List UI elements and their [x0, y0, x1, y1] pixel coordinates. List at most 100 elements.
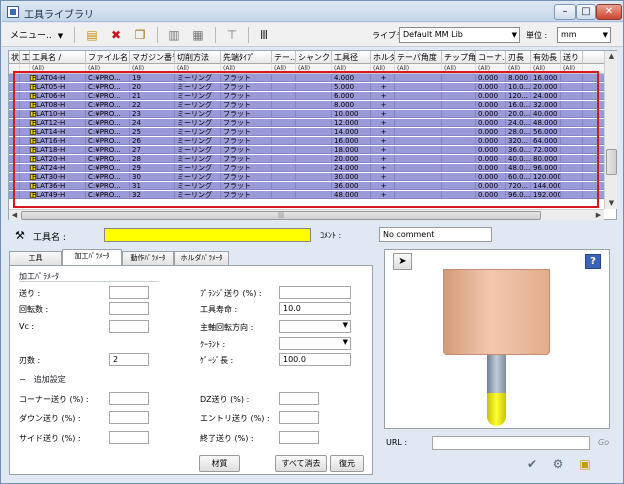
wrench-icon[interactable]: ⚙	[550, 456, 566, 472]
column-header[interactable]: 状	[9, 51, 20, 64]
column-header[interactable]: コーナ..	[476, 51, 506, 64]
scroll-left-icon[interactable]: ◀	[9, 210, 20, 221]
column-header[interactable]: テー..	[272, 51, 296, 64]
tool-shank-graphic	[487, 355, 506, 393]
delete-tool-icon[interactable]: ✖	[108, 27, 124, 43]
tool-name-row: ⚒ 工具名 : ｺﾒﾝﾄ : No comment	[1, 223, 623, 247]
gauge-input[interactable]: 100.0	[279, 353, 351, 366]
column-header[interactable]: 切削方法	[175, 51, 221, 64]
column-header[interactable]: シャンク	[296, 51, 332, 64]
pointer-icon[interactable]: ➤	[393, 253, 412, 270]
dz-feed-input[interactable]	[279, 392, 319, 405]
spindle-label: 回転数 :	[19, 305, 49, 314]
section-divider	[19, 281, 159, 282]
column-header[interactable]: 工具径	[332, 51, 371, 64]
tab-machining-params[interactable]: 加工ﾊﾟﾗﾒｰﾀ	[62, 249, 122, 265]
scroll-thumb[interactable]: |||	[21, 211, 541, 220]
feed-input[interactable]	[109, 286, 149, 299]
toolbar: メニュー.. ▼ ▤ ✖ ❐ ▥ ▦ ⊤ Ⅲ ライブラリ : Default MM…	[2, 23, 623, 47]
save-icon[interactable]: ▣	[577, 456, 593, 472]
column-header[interactable]: チップ角	[442, 51, 476, 64]
entry-feed-label: エントリ送り (%) :	[200, 414, 270, 423]
menu-dropdown[interactable]: メニュー.. ▼	[10, 28, 63, 41]
column-header[interactable]: 刃長	[506, 51, 531, 64]
spindle-dir-label: 主軸回転方向 :	[200, 323, 254, 332]
corner-feed-input[interactable]	[109, 392, 149, 405]
vc-label: Vc :	[19, 322, 35, 331]
title-bar: 工具ライブラリ – □ ✕	[2, 2, 623, 22]
vc-input[interactable]	[109, 320, 149, 333]
flutes-input[interactable]: 2	[109, 353, 149, 366]
scroll-thumb[interactable]	[606, 149, 617, 175]
tool-name-label: 工具名 :	[33, 233, 66, 243]
export-icon[interactable]: ▦	[190, 27, 206, 43]
close-button[interactable]: ✕	[596, 4, 622, 20]
restore-button[interactable]: 復元	[330, 455, 364, 472]
end-feed-input[interactable]	[279, 431, 319, 444]
spindle-input[interactable]	[109, 302, 149, 315]
plunge-label: ﾌﾟﾗﾝｼﾞ送り (%) :	[200, 289, 262, 298]
scroll-right-icon[interactable]: ▶	[593, 210, 604, 221]
menu-label: メニュー..	[10, 31, 52, 41]
column-header[interactable]: 先端ﾀｲﾌﾟ	[221, 51, 272, 64]
column-header[interactable]: 工	[20, 51, 30, 64]
grid-header: 状工工具名 /ファイル名マガジン番号切削方法先端ﾀｲﾌﾟテー..シャンク工具径ホ…	[9, 51, 604, 64]
import-icon[interactable]: ▥	[166, 27, 182, 43]
new-tool-icon[interactable]: ▤	[84, 27, 100, 43]
window-title: 工具ライブラリ	[24, 10, 94, 21]
tab-motion-params[interactable]: 動作ﾊﾟﾗﾒｰﾀ	[122, 251, 174, 265]
chevron-down-icon: ▼	[342, 338, 348, 346]
corner-feed-label: コーナー送り (%) :	[19, 395, 89, 404]
gauge-label: ｹﾞｰｼﾞ長 :	[200, 356, 234, 365]
column-header[interactable]: ファイル名	[86, 51, 130, 64]
dz-feed-label: DZ送り (%) :	[200, 395, 250, 404]
scroll-down-icon[interactable]: ▼	[606, 198, 617, 209]
side-feed-input[interactable]	[109, 431, 149, 444]
app-icon	[7, 6, 19, 18]
horizontal-scrollbar[interactable]: ◀ ||| ▶	[9, 209, 604, 220]
scroll-up-icon[interactable]: ▲	[606, 51, 617, 62]
entry-feed-input[interactable]	[279, 411, 319, 424]
extra-settings-toggle[interactable]: − 追加設定	[19, 374, 66, 385]
library-select[interactable]: Default MM Lib ▼	[399, 27, 520, 43]
maximize-button[interactable]: □	[576, 4, 596, 20]
tab-tool[interactable]: 工具	[9, 251, 62, 265]
column-header[interactable]: 送り	[561, 51, 583, 64]
comment-input[interactable]: No comment	[379, 227, 492, 242]
end-feed-label: 終了送り (%) :	[200, 434, 254, 443]
column-header[interactable]: 工具名 /	[30, 51, 86, 64]
column-header[interactable]: 有効長	[531, 51, 561, 64]
column-header[interactable]: ホルダ	[371, 51, 395, 64]
filter-clear-icon[interactable]: ⊤	[224, 27, 240, 43]
help-icon[interactable]: ?	[585, 254, 601, 269]
copy-tool-icon[interactable]: ❐	[132, 27, 148, 43]
down-feed-input[interactable]	[109, 411, 149, 424]
spindle-dir-select[interactable]: ▼	[279, 320, 351, 333]
clear-all-button[interactable]: すべて消去	[275, 455, 327, 472]
tool-icon: ⚒	[15, 229, 25, 242]
tab-holder-params[interactable]: ホルダﾊﾟﾗﾒｰﾀ	[174, 251, 229, 265]
unit-select[interactable]: mm ▼	[557, 27, 611, 43]
minimize-button[interactable]: –	[554, 4, 576, 20]
coolant-select[interactable]: ▼	[279, 337, 351, 350]
down-feed-label: ダウン送り (%) :	[19, 414, 81, 423]
column-header[interactable]: マガジン番号	[130, 51, 175, 64]
plunge-input[interactable]	[279, 286, 351, 299]
tool-holder-graphic	[443, 269, 550, 355]
url-input[interactable]	[432, 436, 590, 450]
url-label: URL :	[386, 438, 408, 447]
check-icon[interactable]: ✔	[524, 456, 540, 472]
flutes-label: 刃数 :	[19, 356, 41, 365]
comment-label: ｺﾒﾝﾄ :	[320, 231, 342, 240]
selection-highlight	[13, 71, 599, 208]
tool-name-input[interactable]	[104, 228, 311, 242]
toolbar-separator	[215, 27, 216, 43]
columns-icon[interactable]: Ⅲ	[256, 27, 272, 43]
go-button[interactable]: Go	[598, 438, 609, 447]
column-header[interactable]: テーパ角度	[395, 51, 442, 64]
life-input[interactable]: 10.0	[279, 302, 351, 315]
unit-value: mm	[561, 30, 577, 39]
material-button[interactable]: 材質	[199, 455, 240, 472]
vertical-scrollbar[interactable]: ▲ ▼	[604, 51, 617, 209]
toolbar-separator	[248, 27, 249, 43]
